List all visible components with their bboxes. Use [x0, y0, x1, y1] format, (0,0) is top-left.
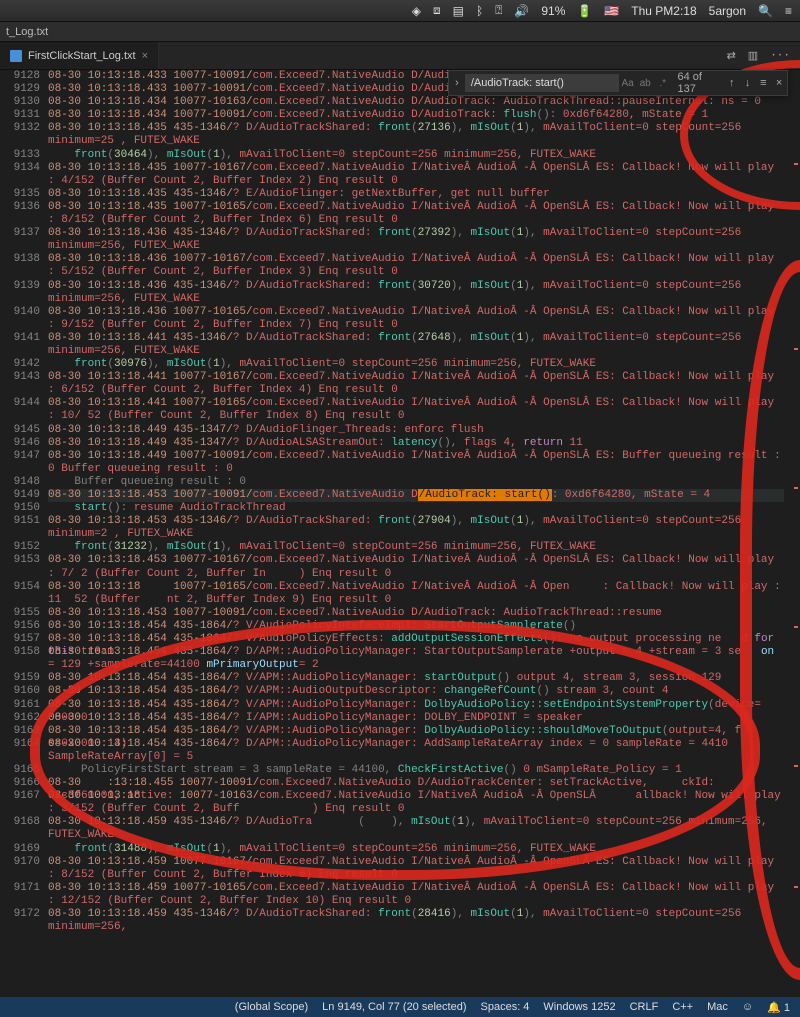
tab-file[interactable]: FirstClickStart_Log.txt × [0, 42, 159, 69]
dropbox-icon: ⧈ [433, 3, 441, 18]
status-os[interactable]: Mac [707, 1001, 728, 1013]
regex-icon[interactable]: .* [654, 78, 672, 89]
battery-icon: 🔋 [577, 4, 592, 18]
spotlight-icon[interactable]: 🔍 [758, 4, 773, 18]
status-language[interactable]: C++ [672, 1001, 693, 1013]
match-case-icon[interactable]: Aa [619, 78, 637, 89]
more-icon[interactable]: ··· [770, 50, 790, 62]
battery-pct: 91% [541, 4, 565, 18]
line-number-gutter: 9128 9129 9130 9131 9132 9133 9134 9135 … [0, 70, 48, 997]
find-prev-icon[interactable]: ↑ [724, 77, 740, 89]
bluetooth-icon: ᛒ [476, 4, 483, 18]
tab-label: FirstClickStart_Log.txt [28, 50, 136, 62]
disk-icon: ▤ [453, 4, 464, 18]
minimap[interactable] [784, 70, 800, 997]
find-count: 64 of 137 [672, 71, 724, 95]
status-encoding[interactable]: Windows 1252 [543, 1001, 615, 1013]
window-filename: t_Log.txt [6, 26, 48, 38]
status-scope[interactable]: (Global Scope) [235, 1001, 308, 1013]
window-titlebar: t_Log.txt [0, 22, 800, 42]
find-input[interactable] [465, 74, 619, 92]
status-cursor-pos[interactable]: Ln 9149, Col 77 (20 selected) [322, 1001, 466, 1013]
whole-word-icon[interactable]: ab [636, 78, 654, 89]
clock: Thu PM2:18 [631, 4, 696, 18]
user-name: 5argon [709, 4, 746, 18]
find-close-icon[interactable]: × [771, 77, 787, 89]
close-icon[interactable]: × [142, 50, 148, 62]
tab-row: FirstClickStart_Log.txt × ⇄ ▥ ··· [0, 42, 800, 70]
compare-changes-icon[interactable]: ⇄ [727, 49, 736, 63]
status-smiley-icon[interactable]: ☺ [742, 1001, 753, 1013]
flag-icon: 🇺🇸 [604, 4, 619, 18]
split-editor-icon[interactable]: ▥ [748, 49, 758, 63]
status-notifications[interactable]: 🔔 1 [767, 1001, 790, 1014]
status-indent[interactable]: Spaces: 4 [481, 1001, 530, 1013]
status-bar: (Global Scope) Ln 9149, Col 77 (20 selec… [0, 997, 800, 1017]
mac-menubar: ◈ ⧈ ▤ ᛒ ⍰ 🔊 91% 🔋 🇺🇸 Thu PM2:18 5argon 🔍… [0, 0, 800, 22]
status-eol[interactable]: CRLF [630, 1001, 659, 1013]
code-area[interactable]: 08-30 10:13:18.433 10077-10091/com.Excee… [48, 70, 784, 997]
menu-icon[interactable]: ≡ [785, 4, 792, 18]
editor[interactable]: 9128 9129 9130 9131 9132 9133 9134 9135 … [0, 70, 800, 997]
unity-icon: ◈ [412, 4, 421, 18]
text-file-icon [10, 50, 22, 62]
find-next-icon[interactable]: ↓ [740, 77, 756, 89]
wifi-icon: ⍰ [495, 3, 502, 18]
chevron-right-icon[interactable]: › [449, 77, 465, 89]
volume-icon: 🔊 [514, 4, 529, 18]
find-bar: › Aa ab .* 64 of 137 ↑ ↓ ≡ × [448, 70, 788, 96]
find-in-selection-icon[interactable]: ≡ [755, 77, 771, 89]
